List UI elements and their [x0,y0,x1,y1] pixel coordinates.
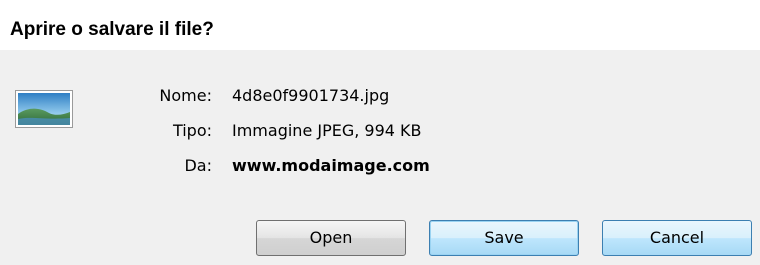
open-button[interactable]: Open [256,220,406,256]
file-type-value: Immagine JPEG, 994 KB [232,121,422,140]
dialog-title: Aprire o salvare il file? [10,19,214,40]
file-download-dialog: Aprire o salvare il file? Nome: 4d8e0f99… [0,0,760,265]
save-button[interactable]: Save [429,220,579,256]
dialog-header: Aprire o salvare il file? [0,0,760,50]
cancel-button[interactable]: Cancel [602,220,752,256]
file-type-row: Tipo: Immagine JPEG, 994 KB [0,119,700,143]
file-name-value: 4d8e0f9901734.jpg [232,86,390,105]
file-source-value: www.modaimage.com [232,156,430,175]
file-source-label: Da: [184,156,212,175]
file-type-label: Tipo: [172,121,212,140]
file-name-label: Nome: [159,86,212,105]
file-name-row: Nome: 4d8e0f9901734.jpg [0,84,700,108]
file-source-row: Da: www.modaimage.com [0,154,700,178]
